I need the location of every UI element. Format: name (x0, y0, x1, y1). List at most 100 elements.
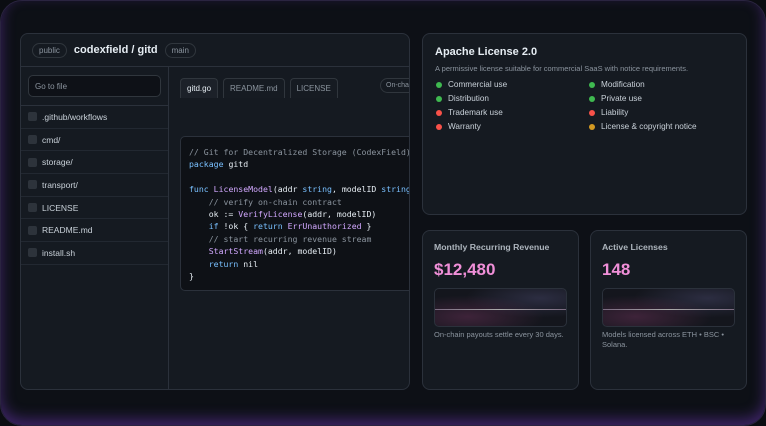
code-token: func (189, 184, 209, 195)
code-line: return nil (189, 258, 409, 270)
permission-item: Warranty (435, 122, 588, 131)
code-token: string (381, 184, 410, 195)
checkbox[interactable] (28, 180, 37, 190)
file-row[interactable]: storage/ (21, 151, 168, 175)
status-dot-icon (436, 95, 442, 102)
permission-label: Private use (601, 94, 642, 103)
code-line: ok := VerifyLicense(addr, modelID) (189, 208, 409, 220)
code-line: package gitd (189, 158, 409, 170)
permission-label: Liability (601, 108, 629, 117)
code-token: (addr (272, 184, 303, 195)
code-token: ok := (189, 209, 239, 220)
status-dot-icon (589, 109, 595, 116)
code-line: // verify on-chain contract (189, 196, 409, 208)
file-name: LICENSE (42, 202, 79, 213)
checkbox[interactable] (28, 157, 37, 167)
file-name: storage/ (42, 157, 73, 168)
file-list: .github/workflows cmd/storage/transport/L… (21, 105, 168, 265)
permission-item: Commercial use (435, 80, 588, 89)
code-token: (addr, modelID) (302, 209, 377, 220)
licenses-value: 148 (602, 260, 631, 279)
file-row[interactable]: LICENSE (21, 197, 168, 220)
permission-item: Modification (588, 80, 738, 89)
code-token: return (253, 221, 283, 232)
code-token: if (208, 221, 219, 232)
tab-readme-md[interactable]: README.md (223, 78, 285, 98)
file-name: .github/workflows (42, 111, 108, 122)
code-token: nil (238, 258, 259, 269)
code-line: StartStream(addr, modelID) (189, 245, 409, 257)
on-chain-chip[interactable]: On-chain (380, 78, 409, 93)
permission-label: Distribution (448, 94, 489, 103)
code-token: !ok { (218, 221, 254, 232)
tab-gitd-go[interactable]: gitd.go (180, 78, 219, 98)
permission-label: Trademark use (448, 108, 503, 117)
code-line: if !ok { return ErrUnauthorized } (189, 220, 409, 232)
permission-label: License & copyright notice (601, 122, 697, 131)
code-line: // Git for Decentralized Storage (CodexF… (189, 146, 410, 158)
code-token: VerifyLicense (238, 209, 303, 220)
checkbox[interactable] (28, 225, 37, 235)
status-dot-icon (589, 95, 595, 102)
permission-item: License & copyright notice (588, 122, 738, 131)
file-name: transport/ (42, 179, 78, 190)
code-token: // verify on-chain contract (189, 196, 342, 207)
checkbox[interactable] (28, 112, 37, 122)
status-dot-icon (589, 81, 595, 88)
code-token: StartStream (208, 246, 263, 257)
file-row[interactable]: transport/ (21, 174, 168, 197)
license-card: Apache License 2.0 A permissive license … (422, 33, 747, 215)
visibility-badge: public (32, 42, 67, 58)
permission-label: Modification (601, 80, 645, 89)
code-line: } (189, 270, 409, 282)
permission-item: Liability (588, 108, 738, 117)
code-token: // Git for Decentralized Storage (CodexF… (189, 147, 410, 157)
license-title: Apache License 2.0 (435, 46, 538, 58)
code-token: gitd (223, 159, 249, 170)
permission-item: Private use (588, 94, 738, 103)
license-permissions: Commercial use Modification Distribution Pr… (435, 80, 734, 131)
status-dot-icon (436, 109, 442, 116)
checkbox[interactable] (28, 135, 37, 145)
code-token: } (361, 221, 372, 232)
mrr-value: $12,480 (434, 260, 496, 279)
permission-label: Commercial use (448, 80, 508, 89)
code-line: func LicenseModel(addr string, modelID s… (189, 183, 410, 195)
checkbox[interactable] (28, 203, 37, 213)
code-block: // Git for Decentralized Storage (CodexF… (180, 136, 410, 291)
code-token: return (208, 258, 239, 269)
licenses-title: Active Licenses (602, 242, 668, 252)
code-token: // start recurring revenue stream (189, 233, 372, 244)
code-token: } (189, 271, 194, 282)
mrr-sparkline (434, 288, 567, 327)
licenses-sparkline (602, 288, 735, 327)
branch-badge[interactable]: main (164, 42, 196, 58)
file-name: README.md (42, 225, 93, 236)
file-row[interactable]: README.md (21, 219, 168, 243)
code-token: , modelID (331, 184, 382, 195)
permission-item: Distribution (435, 94, 588, 103)
file-row[interactable]: install.sh (21, 242, 168, 265)
licenses-card: Active Licenses 148 Models licensed acro… (590, 230, 747, 390)
file-row[interactable]: .github/workflows (21, 106, 168, 129)
code-token: string (302, 184, 332, 195)
go-to-file-input[interactable]: Go to file (28, 75, 161, 97)
repo-header: public codexfield / gitd main (21, 34, 409, 67)
checkbox[interactable] (28, 248, 37, 258)
repo-title[interactable]: codexfield / gitd (74, 44, 158, 56)
file-tabs: gitd.go README.md LICENSE (180, 78, 338, 98)
licenses-note: Models licensed across ETH • BSC • Solan… (602, 330, 724, 349)
mrr-note: On-chain payouts settle every 30 days. (434, 330, 564, 339)
status-dot-icon (589, 123, 595, 130)
code-token: ErrUnauthorized (287, 221, 362, 232)
tab-license[interactable]: LICENSE (289, 78, 338, 98)
code-line: // start recurring revenue stream (189, 233, 409, 245)
file-name: cmd/ (42, 134, 61, 145)
status-dot-icon (436, 81, 442, 88)
file-sidebar: Go to file .github/workflows cmd/storage/… (21, 67, 169, 389)
file-row[interactable]: cmd/ (21, 129, 168, 152)
